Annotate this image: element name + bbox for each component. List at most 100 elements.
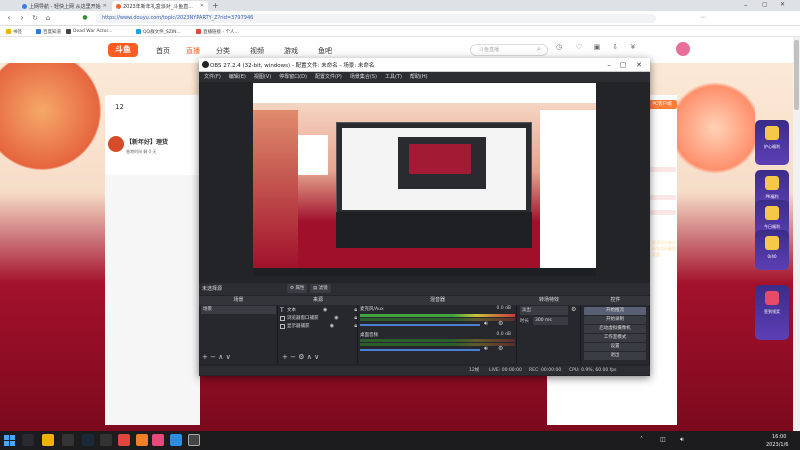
steam-icon[interactable] bbox=[82, 434, 94, 446]
menu-docks[interactable]: 停靠窗口(D) bbox=[279, 72, 307, 82]
lock-icon[interactable]: 🔒︎ bbox=[354, 323, 357, 329]
exit-button[interactable]: 退出 bbox=[584, 352, 646, 360]
browser-tab[interactable]: 上网导航 - 轻快上网 从这里开始 ✕ bbox=[18, 1, 110, 11]
scene-item[interactable]: 场景 bbox=[201, 306, 276, 314]
bookmark-item[interactable]: QQ群文件_SZIN... bbox=[136, 27, 181, 36]
transition-select[interactable]: 淡出 bbox=[520, 306, 568, 315]
scrollbar-thumb[interactable] bbox=[794, 40, 799, 110]
url-field[interactable]: https://www.douyu.com/topic/2023NYPARTY_… bbox=[96, 14, 656, 23]
eye-icon[interactable]: ◉ bbox=[334, 315, 338, 321]
avatar[interactable] bbox=[676, 42, 690, 56]
gear-icon[interactable]: ⚙ bbox=[571, 306, 576, 313]
side-item-welfare[interactable]: 护心福利 bbox=[755, 120, 789, 165]
site-logo[interactable]: 斗鱼 bbox=[108, 43, 138, 57]
filters-button[interactable]: ▤ 滤镜 bbox=[310, 284, 331, 293]
menu-profile[interactable]: 配置文件(P) bbox=[315, 72, 342, 82]
history-icon[interactable]: ◷ bbox=[552, 43, 566, 57]
download-icon[interactable]: ⇩ bbox=[608, 43, 622, 57]
menu-file[interactable]: 文件(F) bbox=[204, 72, 221, 82]
down-icon[interactable]: ∨ bbox=[226, 353, 231, 361]
network-icon[interactable]: ◫ bbox=[660, 436, 666, 443]
nav-game[interactable]: 游戏 bbox=[284, 46, 298, 56]
home-icon[interactable]: ⌂ bbox=[43, 13, 53, 23]
search-icon[interactable] bbox=[22, 434, 34, 446]
close-icon[interactable]: ✕ bbox=[632, 59, 646, 71]
maximize-icon[interactable]: ▢ bbox=[616, 59, 630, 71]
nav-live[interactable]: 直播 bbox=[186, 46, 200, 56]
app-icon[interactable] bbox=[152, 434, 164, 446]
clock-time[interactable]: 16:00 bbox=[772, 434, 786, 440]
volume-icon[interactable]: 🔊︎ bbox=[680, 436, 684, 444]
lock-icon[interactable]: 🔒︎ bbox=[354, 307, 357, 313]
properties-button[interactable]: ⚙ 属性 bbox=[287, 284, 308, 293]
broadcast-icon[interactable]: ▣ bbox=[590, 43, 604, 57]
speaker-icon[interactable]: 🔊︎ bbox=[484, 320, 488, 328]
bookmark-item[interactable]: 直播链接 - 个人... bbox=[196, 27, 239, 36]
follow-icon[interactable]: ♡ bbox=[572, 43, 586, 57]
nav-fishbar[interactable]: 鱼吧 bbox=[318, 46, 332, 56]
virtual-camera-button[interactable]: 启动虚拟摄像机 bbox=[584, 325, 646, 333]
settings-button[interactable]: 设置 bbox=[584, 343, 646, 351]
studio-mode-button[interactable]: 工作室模式 bbox=[584, 334, 646, 342]
close-window-icon[interactable]: ✕ bbox=[780, 1, 785, 8]
add-icon[interactable]: + bbox=[282, 353, 288, 361]
gear-icon[interactable]: ⚙ bbox=[298, 353, 304, 361]
refresh-icon[interactable]: ↻ bbox=[30, 13, 40, 23]
pc-client-button[interactable]: PC客户端 bbox=[647, 100, 677, 109]
close-icon[interactable]: ✕ bbox=[103, 3, 107, 9]
close-icon[interactable]: ✕ bbox=[200, 3, 204, 9]
source-item[interactable]: T 文本 ◉ 🔒︎ bbox=[280, 306, 357, 314]
menu-edit[interactable]: 编辑(E) bbox=[229, 72, 246, 82]
menu-help[interactable]: 帮助(H) bbox=[410, 72, 428, 82]
eye-icon[interactable]: ◉ bbox=[323, 307, 327, 313]
nav-video[interactable]: 视频 bbox=[250, 46, 264, 56]
source-item[interactable]: 浏览器窗口捕获 ◉ 🔒︎ bbox=[280, 314, 357, 322]
side-item-signin[interactable]: 签到领奖 bbox=[755, 285, 789, 340]
app-icon[interactable] bbox=[118, 434, 130, 446]
file-explorer-icon[interactable] bbox=[42, 434, 54, 446]
minimize-icon[interactable]: – bbox=[602, 59, 616, 71]
browser-icon[interactable] bbox=[170, 434, 182, 446]
maximize-icon[interactable]: ▢ bbox=[762, 1, 768, 8]
coin-icon[interactable]: ¥ bbox=[626, 43, 640, 57]
up-icon[interactable]: ∧ bbox=[218, 353, 223, 361]
speaker-icon[interactable]: 🔊︎ bbox=[484, 345, 488, 353]
source-item[interactable]: 显示器捕获 ◉ 🔒︎ bbox=[280, 322, 357, 330]
search-icon[interactable]: ⌕ bbox=[537, 45, 541, 54]
remove-icon[interactable]: − bbox=[290, 353, 296, 361]
gear-icon[interactable]: ⚙ bbox=[498, 320, 503, 327]
clock-date[interactable]: 2023/1/6 bbox=[766, 442, 788, 448]
down-icon[interactable]: ∨ bbox=[314, 353, 319, 361]
volume-slider[interactable] bbox=[360, 324, 480, 326]
nav-home[interactable]: 首页 bbox=[156, 46, 170, 56]
start-icon[interactable] bbox=[4, 435, 15, 446]
menu-view[interactable]: 视图(V) bbox=[254, 72, 271, 82]
remove-icon[interactable]: − bbox=[210, 353, 216, 361]
volume-slider[interactable] bbox=[360, 349, 480, 351]
nav-category[interactable]: 分类 bbox=[216, 46, 230, 56]
side-item-progress[interactable]: 0/40 bbox=[755, 230, 789, 270]
bookmark-item[interactable]: 百度知道 bbox=[36, 27, 61, 36]
anchor-avatar[interactable] bbox=[108, 136, 124, 152]
lock-icon[interactable]: 🔒︎ bbox=[354, 315, 357, 321]
app-icon[interactable] bbox=[136, 434, 148, 446]
bookmark-item[interactable]: 书签 bbox=[6, 27, 22, 36]
duration-input[interactable]: 300 ms bbox=[533, 317, 568, 325]
menu-tools[interactable]: 工具(T) bbox=[385, 72, 402, 82]
eye-icon[interactable]: ◉ bbox=[330, 323, 334, 329]
back-icon[interactable]: ‹ bbox=[4, 13, 14, 23]
obs-icon[interactable] bbox=[188, 434, 200, 446]
gear-icon[interactable]: ⚙ bbox=[498, 345, 503, 352]
minimize-icon[interactable]: – bbox=[744, 1, 748, 9]
add-icon[interactable]: + bbox=[202, 353, 208, 361]
browser-tab-active[interactable]: 2023年新年礼盒派对_斗鱼直... ✕ bbox=[112, 1, 208, 11]
start-streaming-button[interactable]: 开始推流 bbox=[584, 307, 646, 315]
forward-icon[interactable]: › bbox=[17, 13, 27, 23]
new-tab-icon[interactable]: + bbox=[212, 1, 219, 10]
menu-scene-collection[interactable]: 场景集合(S) bbox=[350, 72, 377, 82]
extensions-icon[interactable]: ⋯ bbox=[700, 14, 706, 21]
bookmark-item[interactable]: Dead War Actor... bbox=[66, 27, 112, 36]
tray-up-icon[interactable]: ˄ bbox=[640, 436, 643, 443]
up-icon[interactable]: ∧ bbox=[307, 353, 312, 361]
app-icon[interactable] bbox=[100, 434, 112, 446]
